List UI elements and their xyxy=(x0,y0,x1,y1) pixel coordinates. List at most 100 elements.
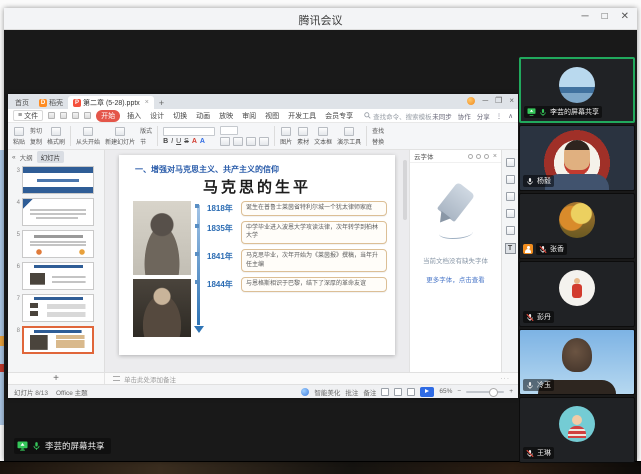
copy-button[interactable]: 复制 xyxy=(30,137,42,146)
menu-review[interactable]: 审阅 xyxy=(240,111,258,121)
tab-docer[interactable]: D 稻壳 xyxy=(34,96,68,109)
tab-document[interactable]: P 第二章 (5-28).pptx × xyxy=(68,96,154,109)
insert-picture-button[interactable]: 图片 xyxy=(280,127,292,146)
align-center-icon[interactable] xyxy=(233,137,243,146)
highlight-color-button[interactable]: A xyxy=(200,138,205,145)
menu-devtools[interactable]: 开发工具 xyxy=(286,111,318,121)
panel-close-icon[interactable]: × xyxy=(493,153,497,160)
menu-transition[interactable]: 切换 xyxy=(171,111,189,121)
menu-view[interactable]: 视图 xyxy=(263,111,281,121)
slideshow-play-button[interactable] xyxy=(420,387,434,397)
wps-minimize-button[interactable]: ─ xyxy=(482,96,488,105)
menu-member[interactable]: 会员专享 xyxy=(323,111,355,121)
find-button[interactable]: 查找 xyxy=(372,126,384,135)
tab-close-icon[interactable]: × xyxy=(145,99,149,106)
align-right-icon[interactable] xyxy=(246,137,256,146)
zoom-level[interactable]: 65% xyxy=(439,388,452,395)
zoom-out-button[interactable]: − xyxy=(457,388,461,395)
redo-icon[interactable] xyxy=(84,112,91,119)
pin-icon[interactable] xyxy=(484,154,489,159)
paste-button[interactable]: 粘贴 xyxy=(13,127,25,146)
normal-view-icon[interactable] xyxy=(381,388,389,396)
slide-thumbnail[interactable] xyxy=(22,166,94,194)
wps-close-button[interactable]: × xyxy=(509,96,514,105)
note-button[interactable]: 备注 xyxy=(363,387,376,397)
tab-home[interactable]: 首页 xyxy=(10,96,34,109)
clock-icon[interactable] xyxy=(506,209,515,218)
collapse-panel-icon[interactable]: « xyxy=(12,154,16,161)
menu-design[interactable]: 设计 xyxy=(148,111,166,121)
slide-thumbnail[interactable] xyxy=(22,230,94,258)
text-tool-icon[interactable]: T xyxy=(505,243,516,254)
theme-name[interactable]: Office 主题 xyxy=(56,387,88,397)
slide-thumbnail[interactable] xyxy=(22,262,94,290)
format-painter-button[interactable]: 格式刷 xyxy=(47,127,65,146)
participant-tile[interactable]: 王琳 xyxy=(519,397,635,463)
participant-tile[interactable]: 冷玉 xyxy=(519,329,635,395)
participant-tile[interactable]: 杨毅 xyxy=(519,125,635,191)
tab-slides[interactable]: 幻灯片 xyxy=(37,151,65,163)
sorter-view-icon[interactable] xyxy=(394,388,402,396)
feedback-icon[interactable] xyxy=(468,154,473,159)
close-button[interactable]: ✕ xyxy=(621,11,629,22)
font-name-select[interactable] xyxy=(163,127,215,136)
participant-tile[interactable]: 彭丹 xyxy=(519,261,635,327)
save-icon[interactable] xyxy=(48,112,55,119)
font-size-select[interactable] xyxy=(220,126,238,135)
sliders-icon[interactable] xyxy=(506,158,515,167)
menu-animation[interactable]: 动画 xyxy=(194,111,212,121)
present-tools-button[interactable]: 演示工具 xyxy=(337,127,361,146)
slide-thumbnail-selected[interactable] xyxy=(22,326,94,354)
new-slide-button[interactable]: 新建幻灯片 xyxy=(105,127,135,146)
collapse-ribbon-icon[interactable]: ∧ xyxy=(508,112,513,120)
canvas-scrollbar[interactable] xyxy=(403,160,407,220)
layout-button[interactable]: 版式 xyxy=(140,126,152,135)
bullet-list-icon[interactable] xyxy=(259,137,269,146)
menu-insert[interactable]: 插入 xyxy=(125,111,143,121)
zoom-in-button[interactable]: + xyxy=(509,388,513,395)
slide-thumbnail[interactable] xyxy=(22,294,94,322)
folder-icon[interactable] xyxy=(506,192,515,201)
play-from-start-button[interactable]: 从头开始 xyxy=(76,127,100,146)
zoom-slider[interactable] xyxy=(466,391,504,393)
smart-beautify-button[interactable]: 智能美化 xyxy=(314,387,340,397)
participant-tile-sharer[interactable]: 李芸的屏幕共享 xyxy=(519,57,635,123)
minimize-button[interactable]: ─ xyxy=(581,11,588,22)
participant-tile[interactable]: 张香 xyxy=(519,193,635,259)
command-search[interactable]: 查找命令、搜索模板 xyxy=(364,111,432,121)
share-button[interactable]: 分享 xyxy=(477,111,490,121)
menu-start[interactable]: 开始 xyxy=(96,110,120,122)
wps-ai-icon[interactable] xyxy=(467,97,475,105)
bold-button[interactable]: B xyxy=(163,138,168,145)
collaborate-button[interactable]: 协作 xyxy=(458,111,471,121)
wps-restore-button[interactable]: ❐ xyxy=(495,96,502,105)
underline-button[interactable]: U xyxy=(176,138,181,145)
font-color-button[interactable]: A xyxy=(192,138,197,145)
tab-outline[interactable]: 大纲 xyxy=(20,152,33,162)
notes-more-icon[interactable]: ··· xyxy=(501,375,511,382)
undo-icon[interactable] xyxy=(72,112,79,119)
italic-button[interactable]: I xyxy=(171,138,173,145)
print-icon[interactable] xyxy=(60,112,67,119)
comment-button[interactable]: 批注 xyxy=(345,387,358,397)
font-panel-link[interactable]: 更多字体，点击查看 xyxy=(426,274,485,284)
sync-status[interactable]: 未同步 xyxy=(432,111,452,121)
slide-canvas[interactable]: 一、增强对马克思主义、共产主义的信仰 马克思的生平 xyxy=(119,155,395,355)
reading-view-icon[interactable] xyxy=(407,388,415,396)
add-slide-button[interactable]: + xyxy=(8,373,105,384)
new-tab-button[interactable]: + xyxy=(154,96,169,109)
section-button[interactable]: 节 xyxy=(140,137,152,146)
file-menu-button[interactable]: ≡ 文件 xyxy=(13,110,43,121)
material-button[interactable]: 素材 xyxy=(297,127,309,146)
notes-bar[interactable]: 单击此处添加备注 ··· xyxy=(105,373,518,384)
image-panel-icon[interactable] xyxy=(506,226,515,235)
settings-icon[interactable] xyxy=(476,154,481,159)
textbox-button[interactable]: 文本框 xyxy=(314,127,332,146)
slide-thumbnail[interactable] xyxy=(22,198,94,226)
align-left-icon[interactable] xyxy=(220,137,230,146)
more-menu-icon[interactable]: ⋮ xyxy=(496,112,503,120)
cut-button[interactable]: 剪切 xyxy=(30,126,42,135)
replace-button[interactable]: 替换 xyxy=(372,137,384,146)
star-icon[interactable] xyxy=(506,175,515,184)
strikethrough-button[interactable]: S xyxy=(184,138,189,145)
